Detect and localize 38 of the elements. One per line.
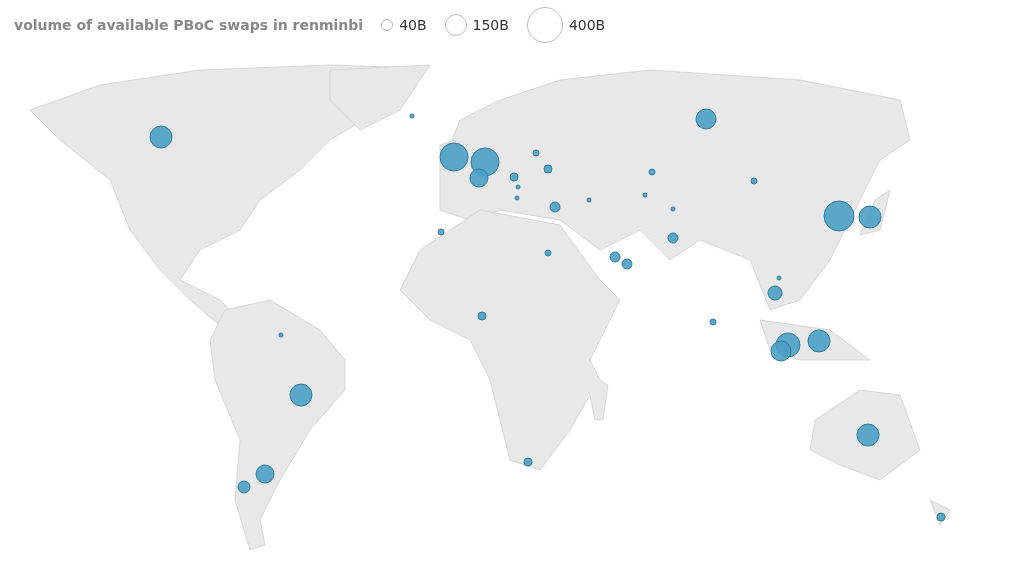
- bubble-marker: [514, 195, 520, 201]
- bubble-marker: [807, 329, 831, 353]
- bubble-marker: [936, 512, 946, 522]
- bubble-marker: [670, 206, 676, 212]
- bubble-marker: [255, 464, 275, 484]
- bubble-marker: [667, 232, 679, 244]
- bubble-marker: [532, 149, 540, 157]
- bubble-marker: [543, 164, 553, 174]
- bubble-marker: [621, 258, 633, 270]
- bubble-marker: [695, 108, 717, 130]
- bubble-marker: [642, 192, 648, 198]
- bubble-marker: [823, 200, 855, 232]
- bubble-marker: [509, 172, 519, 182]
- bubble-marker: [149, 125, 173, 149]
- legend-title: volume of available PBoC swaps in renminbi: [14, 17, 364, 33]
- bubble-marker: [515, 184, 521, 190]
- bubble-marker: [409, 113, 415, 119]
- bubble-marker: [648, 168, 656, 176]
- bubble-marker: [437, 228, 445, 236]
- legend-label: 400B: [568, 17, 606, 33]
- bubble-marker: [767, 285, 783, 301]
- bubble-marker: [750, 177, 758, 185]
- bubble-marker: [858, 205, 882, 229]
- bubble-marker: [609, 251, 621, 263]
- bubble-marker: [544, 249, 552, 257]
- legend-label: 40B: [399, 17, 427, 33]
- bubble-marker: [776, 275, 782, 281]
- bubble-marker: [709, 318, 717, 326]
- bubble-marker: [278, 332, 284, 338]
- bubble-marker: [237, 480, 251, 494]
- bubble-marker: [586, 197, 592, 203]
- bubble-marker: [523, 457, 533, 467]
- bubble-marker: [549, 201, 561, 213]
- legend-label: 150B: [472, 17, 509, 33]
- bubble-marker: [770, 340, 792, 362]
- bubble-marker: [856, 423, 880, 447]
- bubble-marker: [477, 311, 487, 321]
- bubble-marker: [289, 383, 313, 407]
